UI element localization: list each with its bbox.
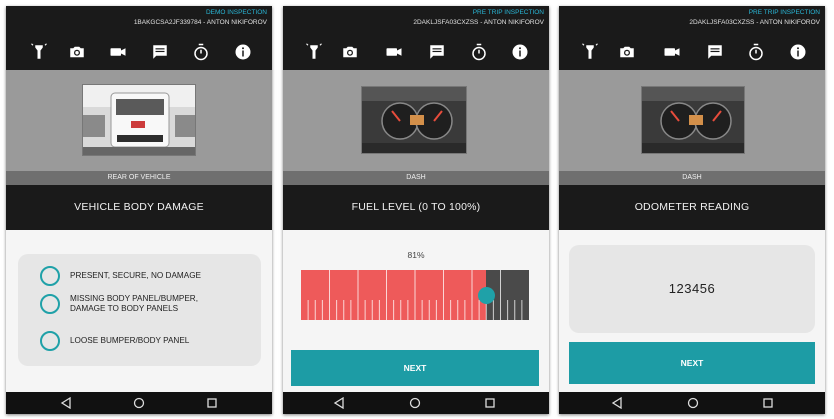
option-loose-bumper[interactable]: LOOSE BUMPER/BODY PANEL (40, 331, 189, 351)
comment-icon[interactable] (704, 41, 726, 63)
option-label-line1: MISSING BODY PANEL/BUMPER, (70, 294, 198, 303)
home-icon[interactable] (131, 395, 147, 411)
content-area: 123456 NEXT (559, 230, 825, 392)
fuel-percent-label: 81% (407, 250, 425, 260)
camera-icon[interactable] (339, 41, 361, 63)
vehicle-rear-photo[interactable] (82, 84, 196, 156)
photo-caption: REAR OF VEHICLE (6, 171, 272, 185)
next-button[interactable]: NEXT (291, 350, 539, 386)
photo-area (6, 70, 272, 171)
inspection-type: DEMO INSPECTION (205, 9, 267, 16)
fuel-level-slider[interactable] (301, 270, 529, 320)
comment-icon[interactable] (426, 41, 448, 63)
home-icon[interactable] (685, 395, 701, 411)
video-icon[interactable] (383, 41, 405, 63)
flashlight-icon[interactable] (303, 41, 325, 63)
option-label: LOOSE BUMPER/BODY PANEL (70, 336, 190, 345)
radio-button[interactable] (40, 266, 60, 286)
back-icon[interactable] (331, 395, 347, 411)
flashlight-icon[interactable] (579, 41, 601, 63)
status-header: PRE TRIP INSPECTION 2DAKLJSFA03CXZSS - A… (559, 6, 825, 33)
info-icon[interactable] (232, 41, 254, 63)
content-area: 81% NEXT (283, 230, 549, 392)
odometer-input[interactable]: 123456 (569, 245, 815, 333)
back-icon[interactable] (609, 395, 625, 411)
vin-user: 1BAKGCSA2JF339784 - ANTON NIKIFOROV (133, 19, 267, 26)
option-missing-body-panel[interactable]: MISSING BODY PANEL/BUMPER, DAMAGE TO BOD… (40, 294, 198, 314)
toolbar (6, 33, 272, 70)
odometer-value[interactable]: 123456 (569, 245, 815, 333)
recents-icon[interactable] (760, 395, 776, 411)
next-button[interactable]: NEXT (569, 342, 815, 384)
photo-caption: DASH (283, 171, 549, 185)
option-label: MISSING BODY PANEL/BUMPER, DAMAGE TO BOD… (70, 294, 198, 314)
dash-photo[interactable] (361, 86, 467, 154)
content-area: PRESENT, SECURE, NO DAMAGE MISSING BODY … (6, 230, 272, 392)
video-icon[interactable] (107, 41, 129, 63)
vin-user: 2DAKLJSFA03CXZSS - ANTON NIKIFOROV (413, 19, 544, 26)
status-header: PRE TRIP INSPECTION 2DAKLJSFA03CXZSS - A… (283, 6, 549, 33)
info-icon[interactable] (787, 41, 809, 63)
info-icon[interactable] (509, 41, 531, 63)
back-icon[interactable] (58, 395, 74, 411)
photo-caption: DASH (559, 171, 825, 185)
photo-area (283, 70, 549, 171)
timer-icon[interactable] (468, 41, 490, 63)
slider-thumb[interactable] (478, 287, 495, 304)
recents-icon[interactable] (204, 395, 220, 411)
option-present-secure[interactable]: PRESENT, SECURE, NO DAMAGE (40, 266, 201, 286)
screen-odometer-reading: PRE TRIP INSPECTION 2DAKLJSFA03CXZSS - A… (559, 6, 825, 414)
flashlight-icon[interactable] (28, 41, 50, 63)
photo-area (559, 70, 825, 171)
option-label-line2: DAMAGE TO BODY PANELS (70, 304, 179, 313)
status-header: DEMO INSPECTION 1BAKGCSA2JF339784 - ANTO… (6, 6, 272, 33)
camera-icon[interactable] (616, 41, 638, 63)
radio-button[interactable] (40, 294, 60, 314)
comment-icon[interactable] (149, 41, 171, 63)
toolbar (559, 33, 825, 70)
android-nav-bar (559, 392, 825, 414)
android-nav-bar (6, 392, 272, 414)
screen-vehicle-body-damage: DEMO INSPECTION 1BAKGCSA2JF339784 - ANTO… (6, 6, 272, 414)
home-icon[interactable] (407, 395, 423, 411)
recents-icon[interactable] (482, 395, 498, 411)
inspection-type: PRE TRIP INSPECTION (748, 9, 820, 16)
android-nav-bar (283, 392, 549, 414)
options-card: PRESENT, SECURE, NO DAMAGE MISSING BODY … (18, 254, 261, 366)
timer-icon[interactable] (190, 41, 212, 63)
radio-button[interactable] (40, 331, 60, 351)
toolbar (283, 33, 549, 70)
video-icon[interactable] (661, 41, 683, 63)
section-title: ODOMETER READING (559, 185, 825, 230)
screen-fuel-level: PRE TRIP INSPECTION 2DAKLJSFA03CXZSS - A… (283, 6, 549, 414)
dash-photo[interactable] (641, 86, 745, 154)
section-title: FUEL LEVEL (0 TO 100%) (283, 185, 549, 230)
vin-user: 2DAKLJSFA03CXZSS - ANTON NIKIFOROV (689, 19, 820, 26)
option-label: PRESENT, SECURE, NO DAMAGE (70, 271, 202, 280)
inspection-type: PRE TRIP INSPECTION (472, 9, 544, 16)
camera-icon[interactable] (66, 41, 88, 63)
section-title: VEHICLE BODY DAMAGE (6, 185, 272, 230)
timer-icon[interactable] (745, 41, 767, 63)
